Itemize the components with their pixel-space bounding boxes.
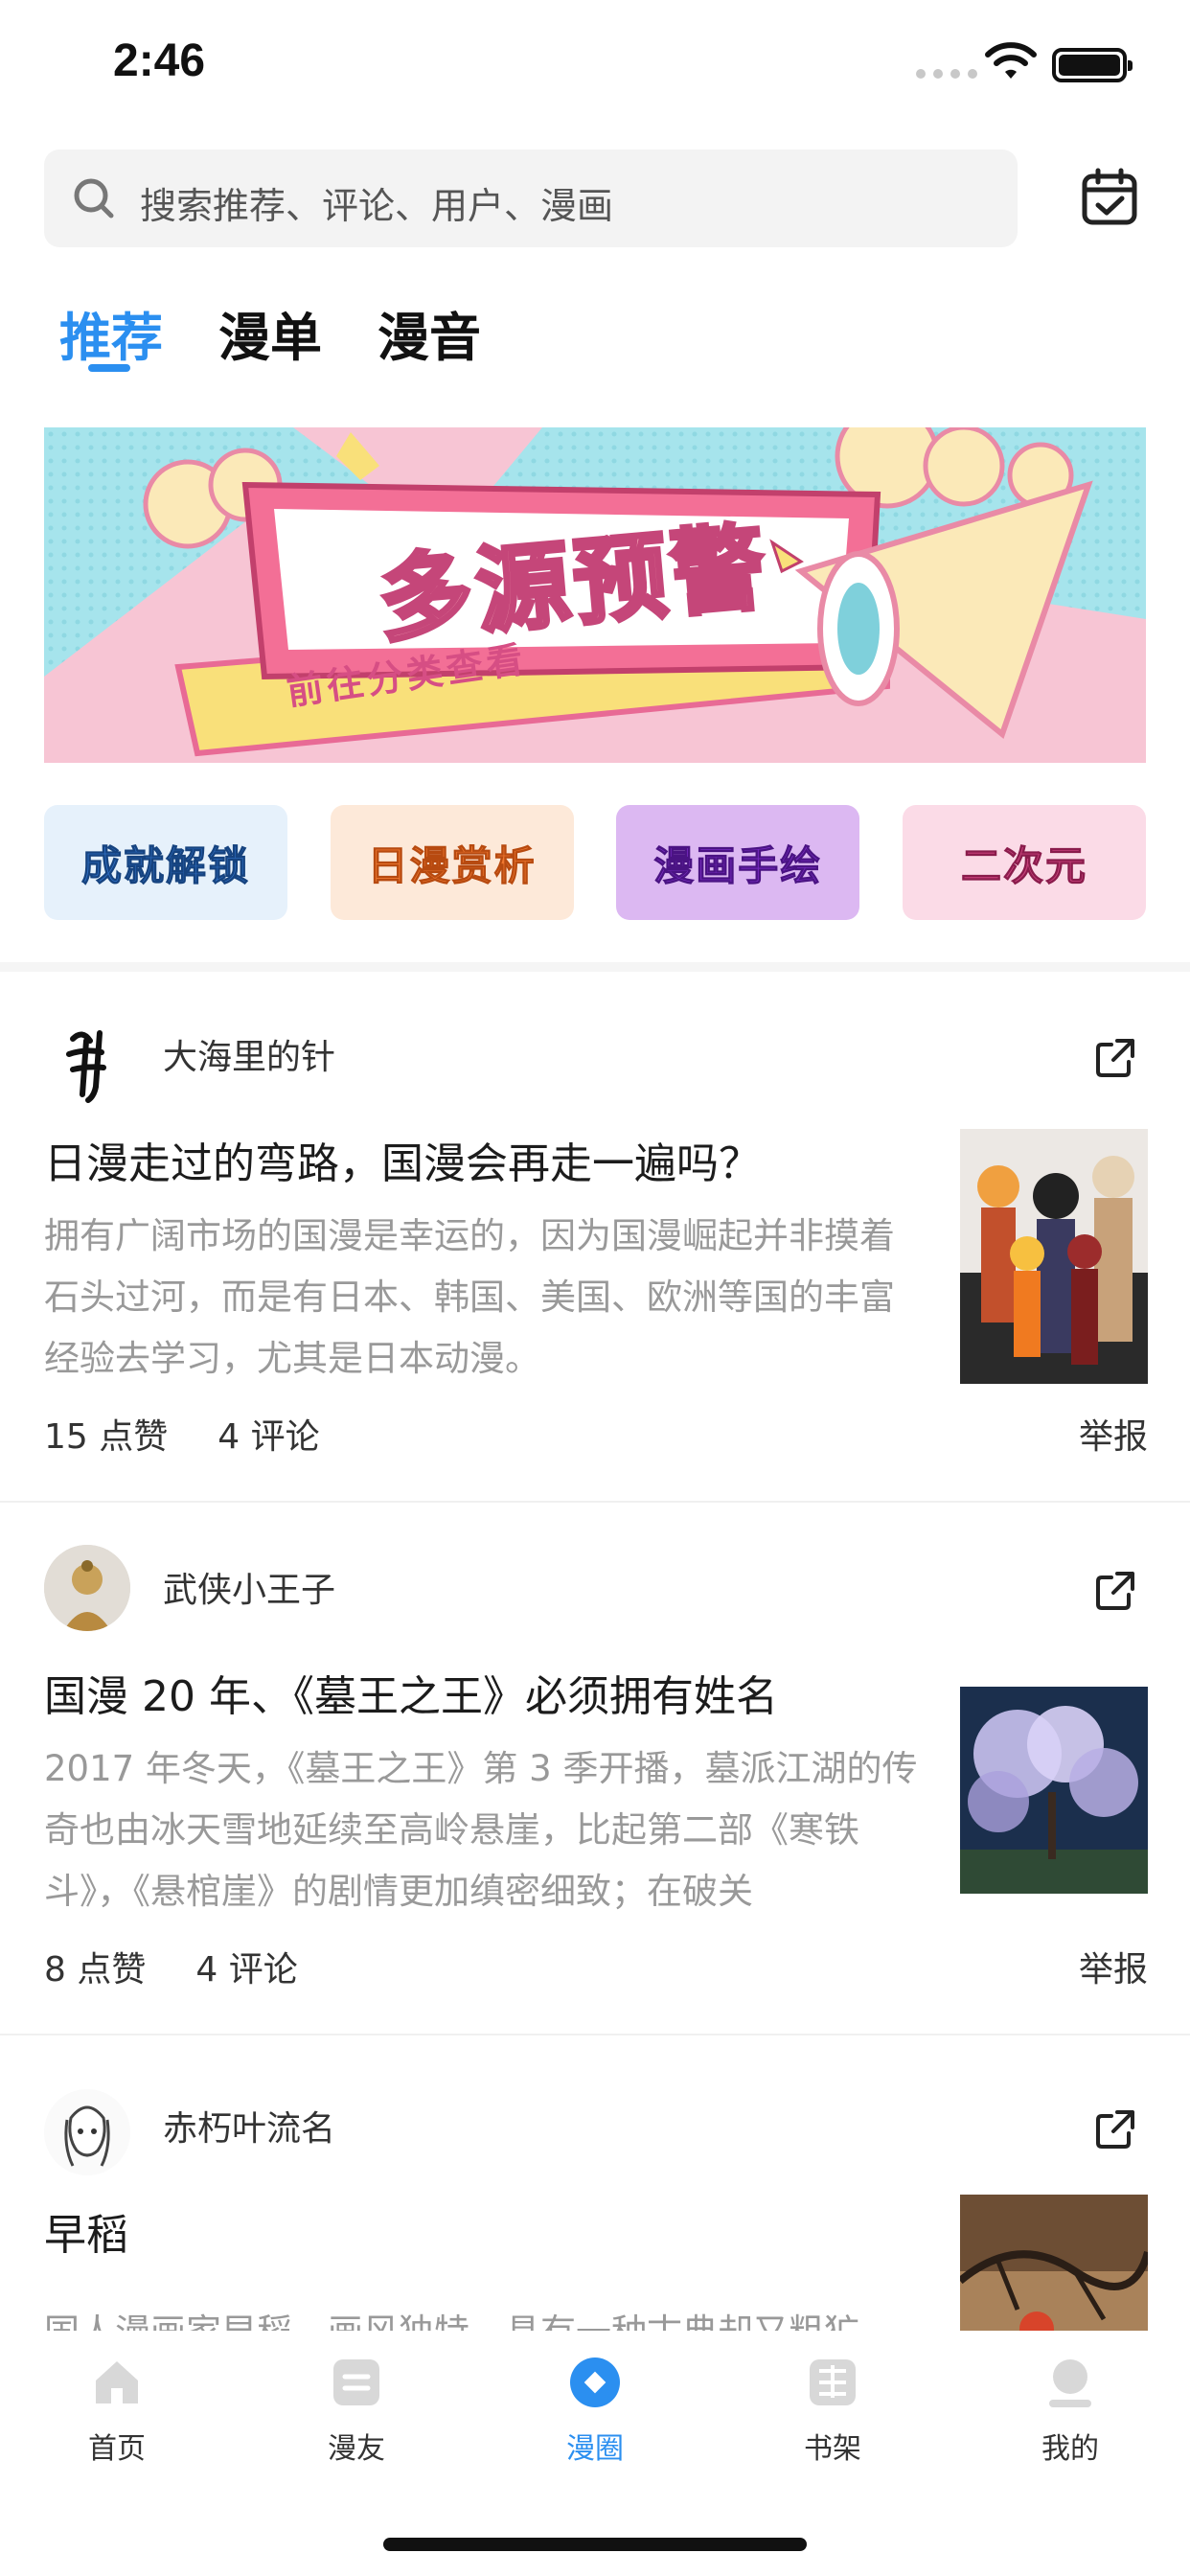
category-chips: 成就解锁 日漫赏析 漫画手绘 二次元 xyxy=(44,805,1146,920)
category-japanese-manga-review[interactable]: 日漫赏析 xyxy=(330,805,574,920)
tabbar-label: 首页 xyxy=(88,2432,146,2466)
cellular-signal-icon xyxy=(916,69,977,79)
post-thumbnail[interactable] xyxy=(960,1129,1148,1384)
wifi-icon xyxy=(985,42,1037,79)
tab-manga-list[interactable]: 漫单 xyxy=(218,295,322,371)
post-title[interactable]: 日漫走过的弯路，国漫会再走一遍吗？ xyxy=(44,1129,761,1190)
blossom-tree-image xyxy=(960,1687,1148,1894)
report-button[interactable]: 举报 xyxy=(1079,1942,1148,1991)
anime-characters-image xyxy=(960,1129,1148,1384)
home-indicator xyxy=(383,2538,807,2551)
post-excerpt: 2017 年冬天，《墓王之王》第 3 季开播，墓派江湖的传奇也由冰天雪地延续至高… xyxy=(44,1748,918,1912)
tabbar-label: 漫圈 xyxy=(566,2432,624,2466)
author-name[interactable]: 赤朽叶流名 xyxy=(163,2101,335,2150)
sketch-avatar-image xyxy=(44,2089,130,2175)
profile-icon xyxy=(1049,2359,1091,2407)
tab-recommend[interactable]: 推荐 xyxy=(59,295,163,372)
category-manga-drawing[interactable]: 漫画手绘 xyxy=(616,805,860,920)
tabbar-item-bookshelf[interactable]: 书架 xyxy=(766,2356,900,2467)
home-icon xyxy=(96,2361,138,2404)
author-name[interactable]: 武侠小王子 xyxy=(163,1562,335,1612)
like-count[interactable]: 15 点赞 xyxy=(44,1409,168,1459)
comment-count[interactable]: 4 评论 xyxy=(217,1409,319,1459)
friends-icon xyxy=(333,2359,379,2405)
tabbar-item-friends[interactable]: 漫友 xyxy=(289,2356,423,2467)
tabbar-label: 我的 xyxy=(1041,2432,1099,2466)
post-title[interactable]: 早稻 xyxy=(44,2200,128,2262)
top-tabs: 推荐 漫单 漫音 xyxy=(59,295,481,372)
post-divider xyxy=(0,2034,1190,2036)
tabbar-label: 漫友 xyxy=(328,2432,385,2466)
section-divider xyxy=(0,962,1190,972)
post-stats: 8 点赞 4 评论 xyxy=(44,1942,298,1991)
tabbar-label: 书架 xyxy=(804,2432,861,2466)
tab-label: 推荐 xyxy=(59,308,163,368)
avatar[interactable] xyxy=(44,1545,130,1631)
post-title[interactable]: 国漫 20 年、《墓王之王》必须拥有姓名 xyxy=(44,1662,778,1723)
status-bar: 2:46 xyxy=(0,0,1190,134)
share-icon[interactable] xyxy=(1092,1035,1138,1081)
search-input[interactable]: 搜索推荐、评论、用户、漫画 xyxy=(44,150,1018,247)
post-thumbnail[interactable] xyxy=(960,2195,1148,2331)
painting-image xyxy=(960,2195,1148,2331)
post-excerpt: 拥有广阔市场的国漫是幸运的，因为国漫崛起并非摸着石头过河，而是有日本、韩国、美国… xyxy=(44,1215,895,1379)
like-count[interactable]: 8 点赞 xyxy=(44,1942,146,1991)
post-stats: 15 点赞 4 评论 xyxy=(44,1409,320,1459)
bookshelf-icon xyxy=(810,2359,856,2405)
search-icon xyxy=(74,178,114,218)
comment-count[interactable]: 4 评论 xyxy=(195,1942,297,1991)
circle-icon xyxy=(570,2358,620,2407)
share-icon[interactable] xyxy=(1092,1568,1138,1614)
post-excerpt: 国人漫画家早稻，画风独特，具有一种古典却又粗犷 xyxy=(44,2302,929,2331)
calendar-icon[interactable] xyxy=(1079,167,1140,228)
post-thumbnail[interactable] xyxy=(960,1687,1148,1894)
search-placeholder: 搜索推荐、评论、用户、漫画 xyxy=(140,185,614,227)
user-avatar-image xyxy=(44,1545,130,1631)
tabbar-item-home[interactable]: 首页 xyxy=(50,2356,184,2467)
post-card[interactable]: 武侠小王子 国漫 20 年、《墓王之王》必须拥有姓名 2017 年冬天，《墓王之… xyxy=(0,1505,1190,2037)
tabbar-item-circle[interactable]: 漫圈 xyxy=(528,2356,662,2467)
post-divider xyxy=(0,1501,1190,1503)
tab-label: 漫单 xyxy=(218,308,322,368)
category-acg[interactable]: 二次元 xyxy=(902,805,1146,920)
post-card[interactable]: 大海里的针 日漫走过的弯路，国漫会再走一遍吗？ 拥有广阔市场的国漫是幸运的，因为… xyxy=(0,972,1190,1503)
tab-manga-audio[interactable]: 漫音 xyxy=(378,295,481,371)
calligraphy-avatar-image xyxy=(66,1030,106,1103)
share-icon[interactable] xyxy=(1092,2106,1138,2152)
battery-icon xyxy=(1052,48,1133,82)
post-card[interactable]: 赤朽叶流名 早稻 国人漫画家早稻，画风独特，具有一种古典却又粗犷 xyxy=(0,2037,1190,2331)
category-achievement-unlock[interactable]: 成就解锁 xyxy=(44,805,287,920)
tabbar-item-profile[interactable]: 我的 xyxy=(1003,2356,1137,2467)
active-tab-indicator xyxy=(88,364,130,372)
author-name[interactable]: 大海里的针 xyxy=(163,1029,335,1079)
avatar[interactable] xyxy=(44,1020,130,1106)
report-button[interactable]: 举报 xyxy=(1079,1409,1148,1459)
avatar[interactable] xyxy=(44,2089,130,2175)
tab-label: 漫音 xyxy=(378,308,481,368)
status-time: 2:46 xyxy=(113,35,206,86)
promo-banner[interactable]: 多源预警 前往分类查看 xyxy=(44,427,1146,763)
